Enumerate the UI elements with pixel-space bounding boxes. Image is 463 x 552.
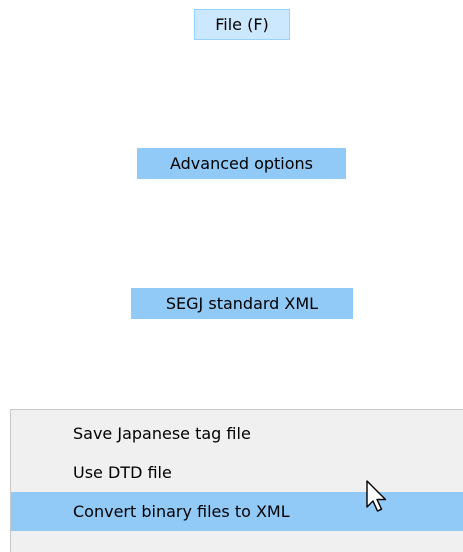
- mouse-pointer-icon: [366, 480, 387, 512]
- segj-standard-xml-menu-item[interactable]: SEGJ standard XML: [131, 288, 353, 319]
- use-dtd-file-menu-item[interactable]: Use DTD file: [11, 453, 463, 492]
- convert-binary-files-to-xml-menu-item[interactable]: Convert binary files to XML: [11, 492, 463, 531]
- file-menu[interactable]: File (F): [194, 9, 290, 40]
- segj-xml-submenu: Save Japanese tag file Use DTD file Conv…: [10, 409, 463, 552]
- save-japanese-tag-file-menu-item[interactable]: Save Japanese tag file: [11, 414, 463, 453]
- advanced-options-menu-item[interactable]: Advanced options: [137, 148, 346, 179]
